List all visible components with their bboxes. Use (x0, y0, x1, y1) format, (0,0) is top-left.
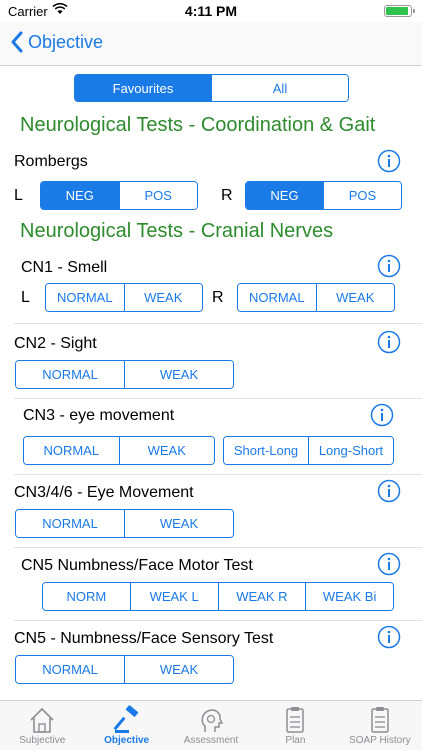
head-icon (201, 709, 224, 732)
tab-soap-history-label: SOAP History (349, 735, 411, 746)
cn5-sensory-normal[interactable]: NORMAL (16, 656, 124, 683)
cn1-left-label: L (21, 289, 30, 306)
rombergs-left-control[interactable]: NEG POS (40, 181, 198, 210)
cn1-left-weak[interactable]: WEAK (123, 284, 202, 311)
filter-favourites[interactable]: Favourites (75, 75, 211, 101)
cn5-motor-label: CN5 Numbness/Face Motor Test (21, 557, 253, 574)
rombergs-label: Rombergs (14, 153, 88, 170)
cn2-label: CN2 - Sight (14, 335, 97, 352)
rombergs-right-neg[interactable]: NEG (246, 182, 323, 209)
clipboard-icon (371, 707, 389, 733)
back-button-label: Objective (28, 31, 104, 52)
cn5-motor-weak-bi[interactable]: WEAK Bi (305, 583, 393, 610)
cn346-control[interactable]: NORMAL WEAK (15, 509, 234, 538)
tab-plan[interactable]: Plan (253, 701, 337, 750)
clipboard-icon (286, 707, 305, 733)
rombergs-right-pos[interactable]: POS (323, 182, 401, 209)
divider (14, 474, 422, 475)
cn346-label: CN3/4/6 - Eye Movement (14, 484, 194, 501)
cn346-normal[interactable]: NORMAL (16, 510, 124, 537)
battery-icon (384, 5, 415, 17)
cn1-right-control[interactable]: NORMAL WEAK (237, 283, 395, 312)
divider (14, 547, 422, 548)
navigation-bar: Objective (0, 22, 422, 66)
cn3-short-long[interactable]: Short-Long (224, 437, 308, 464)
info-icon[interactable] (370, 403, 394, 427)
filter-all[interactable]: All (211, 75, 348, 101)
tab-subjective-label: Subjective (19, 735, 66, 746)
info-icon[interactable] (377, 479, 401, 503)
info-icon[interactable] (377, 552, 401, 576)
rombergs-right-control[interactable]: NEG POS (245, 181, 402, 210)
info-icon[interactable] (377, 625, 401, 649)
tab-objective[interactable]: Objective (84, 701, 168, 750)
tab-subjective[interactable]: Subjective (0, 701, 84, 750)
cn2-weak[interactable]: WEAK (124, 361, 233, 388)
gavel-icon (113, 705, 138, 733)
cn2-control[interactable]: NORMAL WEAK (15, 360, 234, 389)
status-bar: Carrier 4:11 PM (0, 0, 422, 22)
cn5-motor-weak-l[interactable]: WEAK L (129, 583, 218, 610)
cn1-right-normal[interactable]: NORMAL (238, 284, 316, 311)
section-title-cranial-nerves: Neurological Tests - Cranial Nerves (20, 220, 334, 242)
cn1-label: CN1 - Smell (21, 259, 108, 276)
cn5-sensory-control[interactable]: NORMAL WEAK (15, 655, 234, 684)
cn3-direction-control[interactable]: Short-Long Long-Short (223, 436, 394, 465)
cn1-left-normal[interactable]: NORMAL (46, 284, 124, 311)
rombergs-left-neg[interactable]: NEG (41, 182, 119, 209)
tab-objective-label: Objective (104, 735, 150, 746)
section-title-coordination: Neurological Tests - Coordination & Gait (20, 114, 376, 136)
cn5-motor-weak-r[interactable]: WEAK R (217, 583, 306, 610)
cn1-left-control[interactable]: NORMAL WEAK (45, 283, 203, 312)
clock: 4:11 PM (184, 3, 238, 19)
cn3-normal[interactable]: NORMAL (24, 437, 119, 464)
rombergs-left-label: L (14, 187, 23, 204)
tab-plan-label: Plan (285, 735, 306, 746)
back-button[interactable]: Objective (10, 31, 103, 53)
tab-soap-history[interactable]: SOAP History (338, 701, 422, 750)
cn5-motor-norm[interactable]: NORM (43, 583, 130, 610)
cn3-weak[interactable]: WEAK (118, 437, 214, 464)
divider (14, 620, 422, 621)
info-icon[interactable] (377, 254, 401, 278)
divider (14, 323, 422, 324)
tab-assessment[interactable]: Assessment (169, 701, 253, 750)
cn1-right-label: R (212, 289, 224, 306)
cn5-sensory-weak[interactable]: WEAK (124, 656, 233, 683)
battery-fill (386, 7, 408, 15)
info-icon[interactable] (377, 330, 401, 354)
tab-assessment-label: Assessment (183, 735, 239, 746)
filter-segmented-control[interactable]: Favourites All (74, 74, 349, 102)
cn3-control[interactable]: NORMAL WEAK (23, 436, 215, 465)
cn346-weak[interactable]: WEAK (124, 510, 233, 537)
cn5-sensory-label: CN5 - Numbness/Face Sensory Test (14, 630, 274, 647)
tab-bar: Subjective Objective Assessment Plan SOA… (0, 700, 422, 750)
rombergs-right-label: R (221, 187, 233, 204)
house-icon (30, 707, 54, 733)
divider (14, 398, 422, 399)
cn5-motor-control[interactable]: NORM WEAK L WEAK R WEAK Bi (42, 582, 394, 611)
cn2-normal[interactable]: NORMAL (16, 361, 124, 388)
info-icon[interactable] (377, 149, 401, 173)
rombergs-left-pos[interactable]: POS (118, 182, 197, 209)
chevron-left-icon (11, 31, 23, 53)
cn3-label: CN3 - eye movement (23, 407, 175, 424)
cn1-right-weak[interactable]: WEAK (315, 284, 394, 311)
cn3-long-short[interactable]: Long-Short (308, 437, 393, 464)
